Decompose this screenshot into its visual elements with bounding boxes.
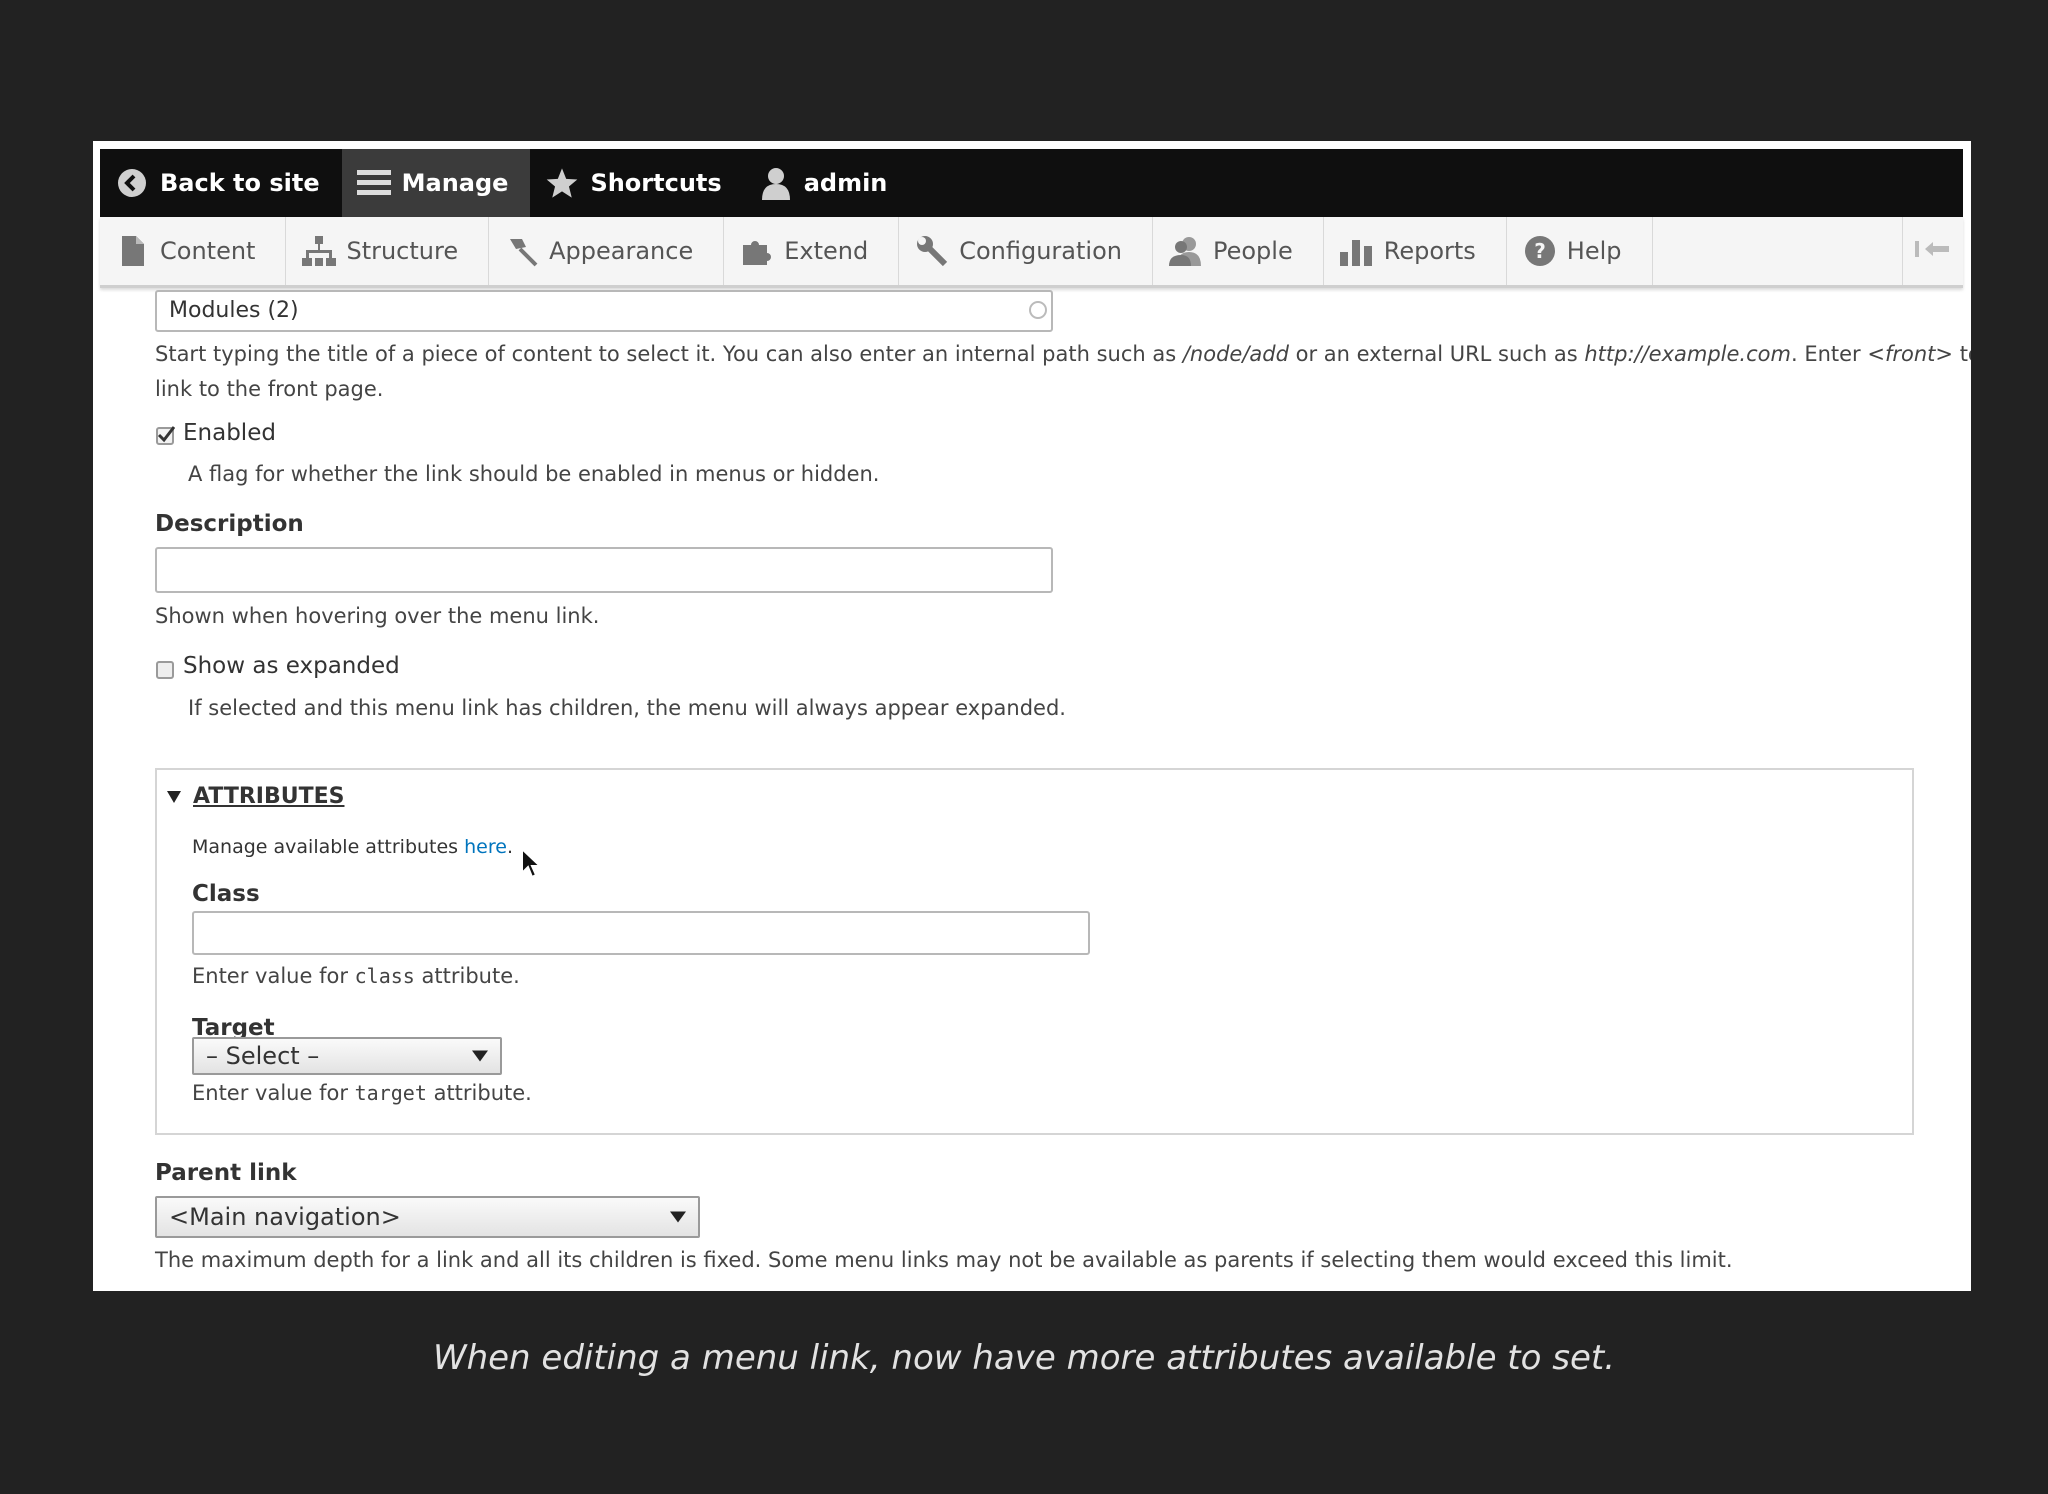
dropdown-arrow-icon: [670, 1211, 686, 1223]
tray-item-label: Structure: [346, 237, 459, 265]
user-button[interactable]: admin: [744, 149, 910, 217]
description-label: Description: [155, 511, 304, 537]
tray-item-structure[interactable]: Structure: [286, 217, 490, 285]
link-desc-front: <front>: [1867, 342, 1953, 366]
parent-link-select-value: <Main navigation>: [169, 1203, 401, 1231]
tray-spacer: [1653, 217, 1903, 285]
browser-frame: Back to site Manage Shortcuts admin Cont…: [93, 141, 1971, 1291]
bar-chart-icon: [1339, 234, 1374, 268]
parent-link-label: Parent link: [155, 1160, 297, 1186]
link-desc-text: or an external URL such as: [1295, 342, 1578, 366]
tray-item-configuration[interactable]: Configuration: [899, 217, 1153, 285]
parent-link-select[interactable]: <Main navigation>: [155, 1196, 700, 1238]
tray-item-people[interactable]: People: [1153, 217, 1324, 285]
link-input[interactable]: Modules (2): [155, 290, 1053, 332]
manage-attributes-label: Manage available attributes: [192, 836, 459, 858]
mouse-cursor-icon: [521, 848, 541, 879]
slide-caption: When editing a menu link, now have more …: [432, 1338, 1616, 1378]
parent-link-description: The maximum depth for a link and all its…: [155, 1248, 1733, 1272]
attributes-toggle[interactable]: ATTRIBUTES: [167, 784, 344, 809]
target-select-value: – Select –: [206, 1042, 320, 1070]
tray-orientation-toggle[interactable]: [1902, 217, 1963, 285]
class-desc-text: attribute.: [421, 964, 520, 988]
target-desc-text: attribute.: [433, 1081, 532, 1105]
class-description: Enter value for class attribute.: [192, 959, 520, 994]
triangle-down-icon: [167, 790, 181, 803]
manage-attributes-text: Manage available attributes here.: [192, 836, 513, 858]
attributes-fieldset: ATTRIBUTES Manage available attributes h…: [155, 768, 1914, 1135]
star-icon: [544, 165, 580, 201]
puzzle-icon: [740, 234, 774, 268]
shortcuts-button[interactable]: Shortcuts: [530, 149, 743, 217]
target-description: Enter value for target attribute.: [192, 1076, 532, 1111]
class-input[interactable]: [192, 911, 1090, 955]
user-label: admin: [803, 169, 888, 197]
dropdown-arrow-icon: [472, 1050, 488, 1062]
tray-item-label: Appearance: [549, 237, 694, 265]
paintbrush-icon: [505, 234, 539, 268]
hamburger-icon: [356, 165, 392, 201]
manage-attributes-link[interactable]: here: [464, 836, 507, 858]
link-input-value: Modules (2): [169, 298, 299, 323]
user-icon: [758, 165, 794, 201]
description-input[interactable]: [155, 547, 1053, 593]
link-description: Start typing the title of a piece of con…: [155, 337, 1971, 407]
back-arrow-icon: [114, 165, 150, 201]
tray-item-content[interactable]: Content: [100, 217, 287, 285]
admin-toolbar: Back to site Manage Shortcuts admin: [100, 149, 1963, 217]
expanded-checkbox[interactable]: [156, 661, 174, 679]
back-to-site-label: Back to site: [160, 169, 320, 197]
tray-item-label: People: [1212, 237, 1293, 265]
description-help: Shown when hovering over the menu link.: [155, 604, 600, 628]
sitemap-icon: [302, 234, 337, 268]
manage-button[interactable]: Manage: [341, 149, 531, 217]
class-desc-code: class: [354, 964, 415, 988]
manage-attributes-period: .: [506, 836, 514, 858]
people-icon: [1168, 234, 1203, 268]
tray-item-appearance[interactable]: Appearance: [489, 217, 725, 285]
expanded-label: Show as expanded: [183, 653, 400, 679]
tray-item-reports[interactable]: Reports: [1324, 217, 1507, 285]
tray-item-label: Configuration: [959, 237, 1122, 265]
enabled-label: Enabled: [183, 420, 276, 446]
target-desc-code: target: [354, 1081, 427, 1105]
tray-item-label: Content: [160, 237, 256, 265]
class-desc-text: Enter value for: [192, 964, 348, 988]
manage-label: Manage: [401, 169, 509, 197]
link-desc-url: http://example.com: [1584, 342, 1791, 366]
link-desc-text: Start typing the title of a piece of con…: [155, 342, 1177, 366]
wrench-icon: [915, 234, 949, 268]
help-icon: ?: [1523, 234, 1557, 268]
back-to-site-button[interactable]: Back to site: [100, 149, 342, 217]
target-select[interactable]: – Select –: [192, 1037, 502, 1075]
attributes-legend: ATTRIBUTES: [193, 784, 345, 809]
enabled-description: A flag for whether the link should be en…: [188, 462, 880, 486]
expanded-description: If selected and this menu link has child…: [188, 696, 1066, 720]
collapse-left-icon: [1915, 239, 1951, 263]
link-desc-path: /node/add: [1182, 342, 1289, 366]
autocomplete-throbber-icon: [1029, 301, 1047, 319]
admin-tray: Content Structure Appearance Extend Conf…: [100, 217, 1963, 288]
enabled-checkbox[interactable]: [156, 426, 175, 445]
link-desc-text: . Enter: [1790, 342, 1861, 366]
shortcuts-label: Shortcuts: [590, 169, 722, 197]
svg-text:?: ?: [1534, 239, 1546, 263]
tray-item-label: Reports: [1383, 237, 1476, 265]
class-label: Class: [192, 881, 260, 907]
checkmark-icon: [157, 426, 175, 443]
tray-item-help[interactable]: ? Help: [1507, 217, 1653, 285]
file-icon: [116, 234, 150, 268]
tray-item-label: Help: [1566, 237, 1622, 265]
target-desc-text: Enter value for: [192, 1081, 348, 1105]
tray-item-label: Extend: [784, 237, 869, 265]
tray-item-extend[interactable]: Extend: [724, 217, 900, 285]
